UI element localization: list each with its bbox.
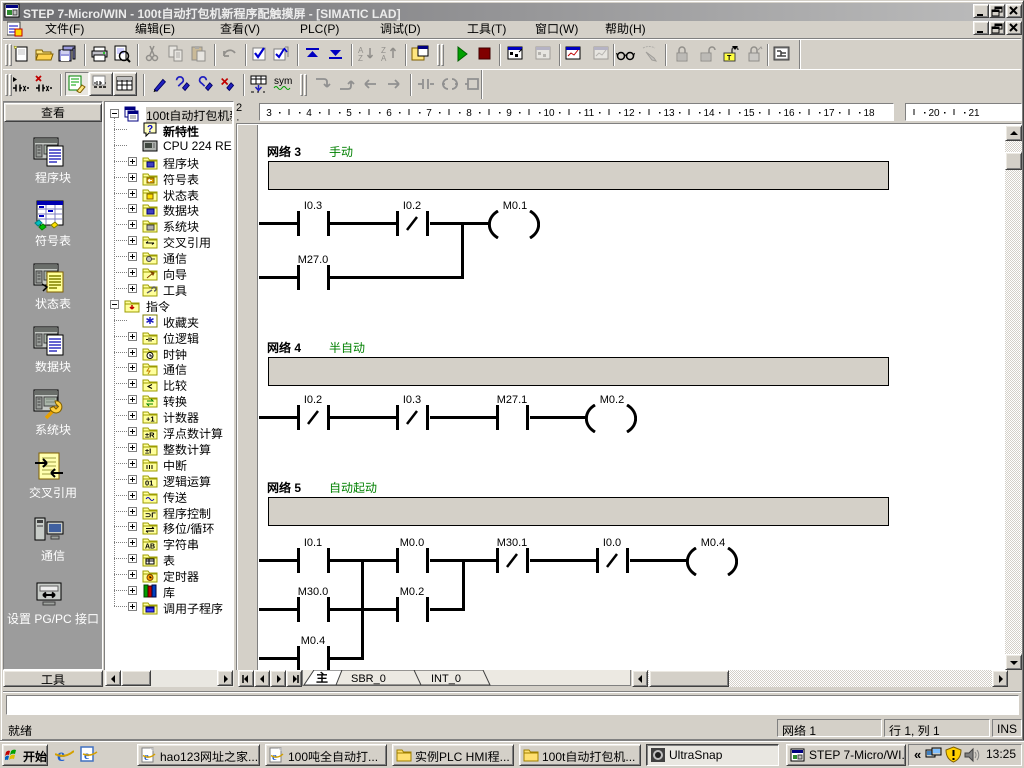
svg-text:4: 4	[306, 108, 312, 119]
svg-text:17: 17	[823, 108, 835, 119]
svg-text:01: 01	[145, 479, 153, 488]
svg-text:3: 3	[266, 108, 272, 119]
svg-text:+1: +1	[146, 415, 155, 424]
svg-text:8: 8	[466, 108, 472, 119]
svg-text:±R: ±R	[145, 431, 155, 440]
svg-text:9: 9	[506, 108, 512, 119]
svg-text:sym: sym	[274, 76, 292, 87]
svg-text:主: 主	[316, 671, 328, 685]
svg-text:5: 5	[346, 108, 352, 119]
svg-text:AB: AB	[145, 544, 155, 551]
svg-text:SBR_0: SBR_0	[351, 673, 386, 685]
svg-text:T: T	[727, 55, 732, 62]
svg-text:11: 11	[584, 108, 595, 119]
svg-text:21: 21	[968, 108, 980, 119]
svg-text:20: 20	[928, 108, 940, 119]
svg-text:15: 15	[743, 108, 755, 119]
svg-text:Z: Z	[358, 54, 363, 63]
svg-text:18: 18	[863, 108, 875, 119]
svg-text:?: ?	[147, 124, 153, 135]
svg-text:16: 16	[783, 108, 795, 119]
svg-text:13: 13	[663, 108, 675, 119]
svg-text:±I: ±I	[145, 447, 151, 456]
svg-text:14: 14	[703, 108, 715, 119]
svg-text:7: 7	[426, 108, 432, 119]
svg-text:A: A	[381, 54, 387, 63]
svg-text:10: 10	[543, 108, 555, 119]
svg-text:INT_0: INT_0	[431, 673, 461, 685]
svg-text:12: 12	[623, 108, 635, 119]
svg-text:6: 6	[386, 108, 392, 119]
